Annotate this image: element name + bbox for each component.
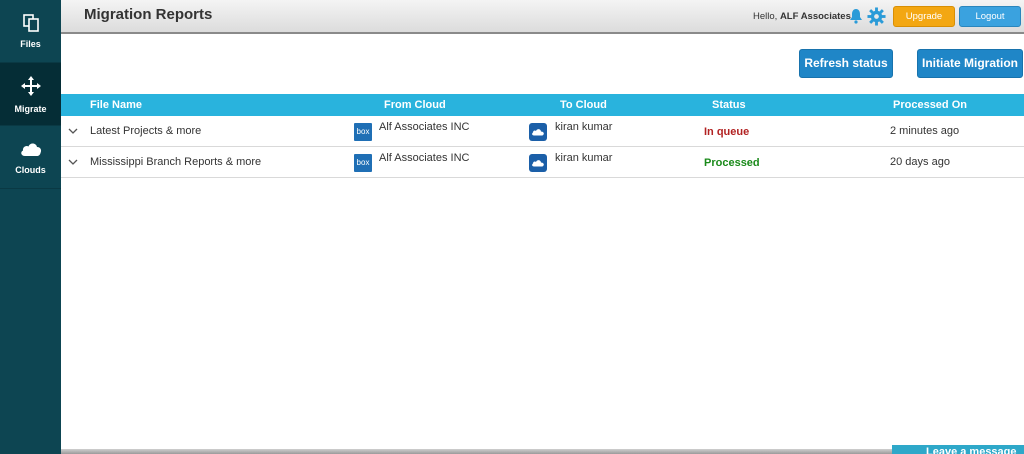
user-name: ALF Associates (779, 11, 851, 22)
migrate-icon (19, 74, 43, 98)
to-cloud: kiran kumar (555, 152, 613, 164)
table-header: File Name From Cloud To Cloud Status Pro… (61, 94, 1024, 116)
leave-message-button[interactable]: Leave a message (892, 445, 1024, 454)
chevron-down-icon[interactable] (68, 157, 78, 169)
files-icon (21, 13, 41, 33)
box-logo-icon: box (354, 154, 372, 172)
sidebar-item-files[interactable]: Files (0, 0, 61, 63)
bottom-scroll-bar (61, 449, 1024, 454)
sidebar-item-label: Clouds (15, 165, 46, 175)
column-header-from-cloud[interactable]: From Cloud (384, 99, 446, 111)
top-header: Migration Reports Hello, ALF Associates (61, 0, 1024, 34)
status-text: Processed (704, 157, 760, 169)
greeting-text: Hello, (753, 11, 778, 22)
user-greeting: Hello, ALF Associates (753, 11, 851, 22)
column-header-file-name[interactable]: File Name (90, 99, 142, 111)
cloud-icon (19, 139, 43, 159)
initiate-migration-button[interactable]: Initiate Migration (917, 49, 1023, 78)
column-header-status[interactable]: Status (712, 99, 746, 111)
logout-button[interactable]: Logout (959, 6, 1021, 27)
sidebar-item-label: Files (20, 39, 41, 49)
sidebar-item-migrate[interactable]: Migrate (0, 63, 61, 126)
table-row[interactable]: Mississippi Branch Reports & more box Al… (61, 147, 1024, 178)
sidebar: Files Migrate Clouds (0, 0, 61, 454)
sidebar-item-label: Migrate (14, 104, 47, 114)
from-cloud: Alf Associates INC (379, 152, 470, 164)
column-header-processed-on[interactable]: Processed On (893, 99, 967, 111)
box-logo-icon: box (354, 123, 372, 141)
processed-on: 2 minutes ago (890, 125, 960, 137)
column-header-to-cloud[interactable]: To Cloud (560, 99, 607, 111)
upgrade-button[interactable]: Upgrade (893, 6, 955, 27)
bell-icon[interactable] (848, 8, 864, 29)
sidebar-item-clouds[interactable]: Clouds (0, 126, 61, 189)
file-name[interactable]: Latest Projects & more (90, 125, 201, 137)
onedrive-logo-icon (529, 154, 547, 172)
onedrive-logo-icon (529, 123, 547, 141)
file-name[interactable]: Mississippi Branch Reports & more (90, 156, 261, 168)
from-cloud: Alf Associates INC (379, 121, 470, 133)
table-row[interactable]: Latest Projects & more box Alf Associate… (61, 116, 1024, 147)
chevron-down-icon[interactable] (68, 126, 78, 138)
refresh-status-button[interactable]: Refresh status (799, 49, 893, 78)
status-text: In queue (704, 126, 750, 138)
to-cloud: kiran kumar (555, 121, 613, 133)
processed-on: 20 days ago (890, 156, 950, 168)
leave-message-label: Leave a message (926, 446, 1017, 454)
gear-icon[interactable] (867, 7, 886, 31)
page-title: Migration Reports (84, 6, 213, 23)
